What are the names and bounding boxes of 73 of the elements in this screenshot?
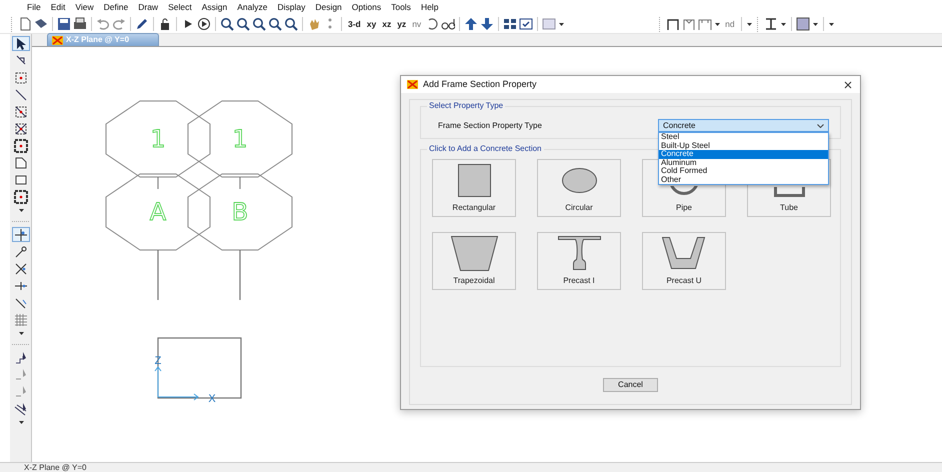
menu-item[interactable]: Tools: [386, 0, 416, 15]
menu-item[interactable]: Assign: [196, 0, 232, 15]
section-button[interactable]: Precast I: [537, 232, 621, 290]
group-title: Select Property Type: [427, 101, 506, 111]
section-shape-icon: [669, 186, 699, 195]
grid-line: [157, 250, 159, 300]
view-button[interactable]: xz: [379, 16, 394, 32]
zoom-icon[interactable]: [235, 16, 251, 32]
undo-icon[interactable]: [95, 16, 111, 32]
section-shape-icon: [450, 236, 498, 270]
dialog-title: Add Frame Section Property: [423, 78, 538, 91]
menu-item[interactable]: Edit: [46, 0, 70, 15]
section-button[interactable]: Trapezoidal: [432, 232, 516, 290]
run-icon[interactable]: [196, 16, 212, 32]
area-icon[interactable]: [12, 189, 30, 204]
view-button[interactable]: 3-d: [345, 16, 364, 32]
x-axis-arrow: [158, 394, 199, 400]
dropdown-option[interactable]: Concrete: [659, 150, 828, 158]
zoom-icon[interactable]: [219, 16, 235, 32]
grid-label: 1: [232, 125, 248, 153]
up-arrow-icon[interactable]: [463, 16, 480, 32]
menu-item[interactable]: Display: [272, 0, 310, 15]
section-button[interactable]: Precast U: [642, 232, 726, 290]
section-icon[interactable]: [794, 16, 811, 32]
grid-icon[interactable]: [502, 16, 518, 32]
zoom-icon[interactable]: [251, 16, 267, 32]
section-button[interactable]: Circular: [537, 159, 621, 217]
close-button[interactable]: [842, 78, 854, 90]
section-button[interactable]: Rectangular: [432, 159, 516, 217]
section-shape-icon: [774, 186, 804, 196]
cancel-button[interactable]: Cancel: [603, 378, 658, 392]
section-shape-icon: [458, 164, 490, 196]
pointer-icon[interactable]: [12, 36, 30, 51]
section-shape-icon: [558, 236, 600, 270]
down-arrow-icon[interactable]: [479, 16, 496, 32]
dropdown-option[interactable]: Built-Up Steel: [659, 142, 828, 150]
menu-item[interactable]: Help: [416, 0, 444, 15]
app-icon: [407, 80, 418, 89]
view-button[interactable]: yz: [394, 16, 410, 32]
view-button[interactable]: nv: [409, 16, 424, 32]
grid-line: [239, 250, 241, 300]
view-button[interactable]: nd: [722, 16, 738, 32]
zoom-icon[interactable]: [283, 16, 299, 32]
group-title: Click to Add a Concrete Section: [427, 144, 544, 154]
save-icon[interactable]: [56, 16, 72, 32]
snap-icon[interactable]: [12, 227, 30, 242]
section-shape-icon: [562, 168, 596, 192]
view-button[interactable]: xy: [364, 16, 380, 32]
menu-item[interactable]: Select: [163, 0, 197, 15]
menu-item[interactable]: Design: [310, 0, 347, 15]
caret-icon: [817, 124, 824, 128]
menu-item[interactable]: Options: [346, 0, 386, 15]
field-label: Frame Section Property Type: [438, 120, 542, 132]
column-icon[interactable]: [12, 138, 30, 153]
app-icon: [52, 36, 63, 44]
status-bar-text: X-Z Plane @ Y=0: [0, 462, 942, 472]
pencil-icon[interactable]: [134, 16, 150, 32]
z-axis-arrow: [154, 366, 162, 398]
grid-label: 1: [150, 125, 166, 153]
dropdown-option[interactable]: Steel: [659, 133, 828, 142]
section-shape-icon: [662, 237, 706, 269]
menu-item[interactable]: View: [70, 0, 99, 15]
menu-item[interactable]: Draw: [133, 0, 164, 15]
menu-item[interactable]: Define: [98, 0, 134, 15]
grid-label: A: [150, 198, 166, 226]
print-icon[interactable]: [72, 16, 88, 32]
property-type-dropdown[interactable]: Concrete: [658, 119, 829, 132]
zoom-icon[interactable]: [267, 16, 283, 32]
menu-item[interactable]: File: [22, 0, 46, 15]
grid-label: B: [232, 198, 248, 226]
redo-icon[interactable]: [111, 16, 127, 32]
checkbox-icon[interactable]: [518, 16, 534, 32]
menu-item[interactable]: Analyze: [232, 0, 272, 15]
